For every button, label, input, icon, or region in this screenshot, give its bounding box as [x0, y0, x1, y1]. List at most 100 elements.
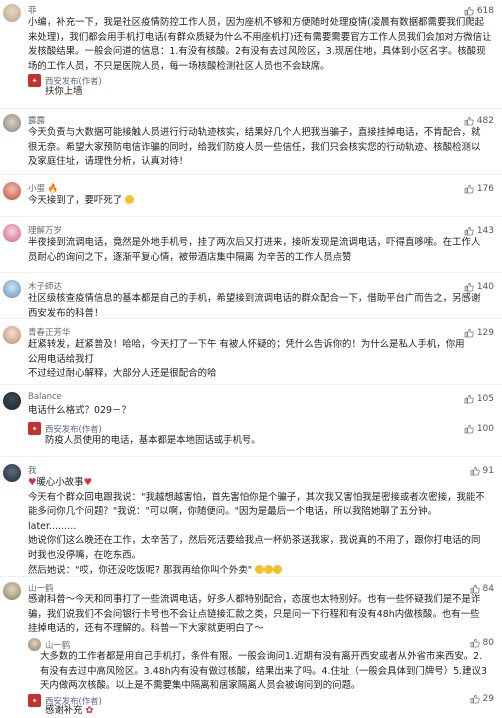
- like-button[interactable]: 91: [470, 466, 494, 476]
- comment-text: 今天负责与大数据可能接触人员进行行动轨迹核实，结果好几个人把我当骗子，直接挂掉电…: [28, 126, 492, 170]
- comment-line: 赶紧转发，赶紧普及！哈哈，今天打了一下午 有被人怀疑的；凭什么告诉你的！为什么是…: [28, 339, 465, 350]
- comment-text: 半夜接到流调电话，竟然是外地手机号，挂了两次后又打进来，接听发现是流调电话，吓得…: [28, 236, 492, 265]
- like-button[interactable]: 143: [464, 226, 494, 236]
- reply-author[interactable]: 西安发布(作者): [45, 423, 102, 435]
- reply-author[interactable]: 山一鹤: [45, 639, 70, 651]
- like-button[interactable]: 129: [464, 328, 494, 338]
- like-count: 100: [476, 424, 494, 434]
- comment-line: 挂掉电话的，还有不理解的。科普一下大家就更明白了～: [28, 623, 264, 635]
- comment-line: 感谢科普～今天和同事打了一些流调电话，好多人都特别配合，态度也太特别好。也有一些…: [28, 594, 481, 605]
- thumb-up-icon: [470, 694, 480, 704]
- thumb-up-icon: [464, 116, 474, 126]
- comment-line: 今天接到了，要吓死了: [28, 195, 123, 206]
- fire-icon: 🔥: [47, 184, 59, 194]
- like-button[interactable]: 482: [464, 116, 494, 126]
- avatar[interactable]: [3, 182, 21, 200]
- avatar[interactable]: [3, 114, 21, 132]
- comment-feed: 菲 618 小编，补充一下，我是社区疫情防控工作人员，因为座机不够和方便随时处理…: [0, 0, 502, 718]
- comment-line: 场的工作人员，不只是医院人员，每一场核酸检测社区人员也不会缺席。: [28, 60, 330, 72]
- comment-author[interactable]: 小蛋 🔥: [28, 182, 58, 194]
- like-button[interactable]: 140: [464, 282, 494, 292]
- comment-line: 她说你们这么晚还在工作，太辛苦了，然后死活要给我点一杯奶茶送我家，我说真的不用了…: [28, 535, 481, 547]
- thumb-up-icon: [464, 282, 474, 292]
- like-count: 140: [476, 282, 494, 292]
- like-count: 105: [476, 394, 494, 404]
- like-count: 91: [482, 466, 494, 476]
- divider: [0, 576, 502, 577]
- comment-item: 露露 482 今天负责与大数据可能接触人员进行行动轨迹核实，结果好几个人把我当骗…: [0, 110, 502, 170]
- reply-line: 有没有去过中高风险区。3.48h内有没有做过核酸，结果出来了吗。4.住址（一般会…: [40, 665, 488, 677]
- divider: [0, 108, 502, 109]
- thumb-up-icon: [464, 328, 474, 338]
- comment-line: 电话什么格式？029－？: [28, 405, 131, 416]
- avatar[interactable]: [3, 392, 21, 410]
- comment-line: 时我也没停嘴，在吃东西。: [28, 549, 142, 561]
- reply-like-button[interactable]: 29: [470, 694, 494, 704]
- avatar[interactable]: [3, 224, 21, 242]
- divider: [0, 456, 502, 457]
- avatar[interactable]: [3, 280, 21, 298]
- comment-line: 发核酸结果。一般会问道的信息：1.有没有核酸。2有没有去过风险区，3.现居住地，…: [28, 46, 486, 58]
- divider: [0, 384, 502, 385]
- comment-line: 然后她说："哎，你还没吃饭呢? 那我再给你叫个外卖": [28, 564, 253, 576]
- comment-author[interactable]: 木子師达: [28, 280, 62, 292]
- thumb-up-icon: [464, 394, 474, 404]
- comment-author[interactable]: Balance: [28, 392, 62, 402]
- like-button[interactable]: 105: [464, 394, 494, 404]
- divider: [0, 174, 502, 175]
- comment-author[interactable]: 理解万岁: [28, 224, 62, 236]
- avatar[interactable]: [3, 326, 21, 344]
- reply-like-button[interactable]: 100: [464, 424, 494, 434]
- comment-line: 来处理)，我们都会用手机打电话(有群众质疑为什么不用座机打)还有需要需要官方工作…: [28, 31, 492, 43]
- comment-line: 能多问你几个问题？"我说："可以啊，你随便问。"因为是最后一个电话，所以我陪她聊…: [28, 506, 437, 518]
- comment-line: 暖心小故事: [36, 477, 84, 488]
- comment-item: 菲 618 小编，补充一下，我是社区疫情防控工作人员，因为座机不够和方便随时处理…: [0, 0, 502, 112]
- thumb-up-icon: [470, 466, 480, 476]
- reply-text: 大多数的工作者都是用自己手机打，条件有限。一般会询问1.近期有没有离开西安或者从…: [40, 650, 492, 694]
- comment-line: 公用电话给我打: [28, 353, 94, 365]
- reply-text: 防疫人员使用的电话，基本都是本地固话或手机号。: [45, 435, 261, 446]
- avatar[interactable]: [3, 4, 21, 22]
- xian-release-badge-icon: ✦: [28, 74, 41, 87]
- reply-line: 天内做两次核酸。以上是不需要集中隔离和居家隔离人员会被询问到的问题。: [40, 680, 361, 692]
- comment-item: 我 91 ♥暖心小故事♥ 今天有个群众回电跟我说："我越想越害怕，首先害怕你是个…: [0, 460, 502, 578]
- comment-line: later.........: [28, 520, 77, 532]
- like-count: 129: [476, 328, 494, 338]
- reply-like-button[interactable]: 80: [470, 638, 494, 648]
- like-button[interactable]: 618: [464, 6, 494, 16]
- comment-text: 感谢科普～今天和同事打了一些流调电话，好多人都特别配合，态度也太特别好。也有一些…: [28, 593, 492, 637]
- crying-emoji-icon: [125, 195, 135, 204]
- comment-item: Balance 105 电话什么格式？029－？ ✦ 西安发布(作者) 100 …: [0, 388, 502, 448]
- avatar[interactable]: [3, 582, 21, 600]
- thumb-up-icon: [464, 184, 474, 194]
- comment-line: 员耐心的询问之下，逐渐平复心情，被带酒店集中隔离 为辛苦的工作人员点赞: [28, 251, 352, 263]
- comment-text: 社区级核查疫情信息的基本都是自己的手机，希望接到流调电话的群众配合一下，借助平台…: [28, 292, 492, 321]
- like-button[interactable]: 176: [464, 184, 494, 194]
- reply-line: 感谢补充: [45, 705, 83, 716]
- author-name: 小蛋: [28, 184, 46, 194]
- avatar[interactable]: [3, 464, 21, 482]
- comment-line: 今天负责与大数据可能接触人员进行行动轨迹核实，结果好几个人把我当骗子，直接挂掉电…: [28, 127, 481, 138]
- comment-author[interactable]: 菲: [28, 4, 37, 16]
- thumb-up-icon: [464, 6, 474, 16]
- heart-icon: ♥: [83, 477, 93, 488]
- like-count: 29: [482, 694, 494, 704]
- thumb-up-icon: [464, 424, 474, 434]
- comment-text: 小编，补充一下，我是社区疫情防控工作人员，因为座机不够和方便随时处理疫情(凌晨有…: [28, 16, 492, 74]
- comment-author[interactable]: 露露: [28, 114, 45, 126]
- thumb-up-icon: [464, 226, 474, 236]
- comment-line: 很无奈。希望大家预防电信诈骗的同时，给我们防疫人员一些信任，我们只会核实您的行动…: [28, 141, 481, 153]
- comment-author[interactable]: 青春正芳华: [28, 326, 71, 338]
- xian-release-badge-icon: ✦: [28, 694, 41, 707]
- comment-text: 今天接到了，要吓死了: [28, 194, 492, 209]
- comment-item: 小蛋 🔥 176 今天接到了，要吓死了: [0, 178, 502, 218]
- like-count: 80: [482, 638, 494, 648]
- reply-text: 感谢补充 ✿: [45, 704, 492, 718]
- comment-author[interactable]: 我: [28, 464, 37, 476]
- like-count: 176: [476, 184, 494, 194]
- divider: [0, 216, 502, 217]
- comment-line: 半夜接到流调电话，竟然是外地手机号，挂了两次后又打进来，接听发现是流调电话，吓得…: [28, 237, 481, 248]
- comment-item: 青春正芳华 129 赶紧转发，赶紧普及！哈哈，今天打了一下午 有被人怀疑的；凭什…: [0, 322, 502, 386]
- comment-line: 不过经过耐心解释，大部分人还是很配合的哈: [28, 368, 217, 380]
- comment-text: 电话什么格式？029－？: [28, 404, 492, 419]
